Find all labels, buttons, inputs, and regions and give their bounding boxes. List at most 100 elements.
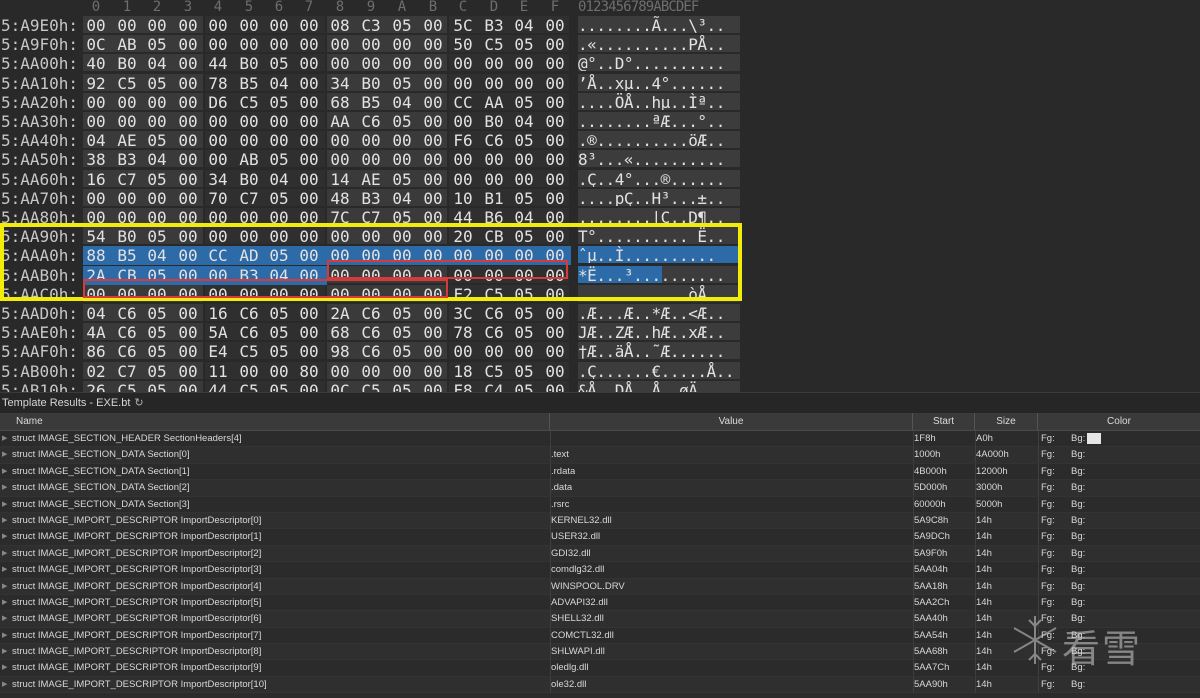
hex-byte[interactable]: 00 [356,150,386,169]
hex-byte[interactable]: 0C [325,381,355,392]
hex-byte[interactable]: C6 [356,323,386,342]
hex-byte[interactable]: AE [112,131,142,150]
hex-byte[interactable]: 05 [264,54,294,73]
hex-byte[interactable]: AE [356,170,386,189]
ascii-text[interactable]: .Æ...Æ..*Æ..<Æ.. [578,304,740,321]
hex-byte[interactable]: C6 [479,131,509,150]
hex-byte[interactable]: 00 [387,35,417,54]
hex-byte[interactable]: 00 [356,362,386,381]
hex-byte[interactable]: C7 [234,189,264,208]
hex-byte[interactable]: 00 [418,170,448,189]
hex-byte[interactable]: 00 [294,189,324,208]
hex-byte[interactable]: 00 [418,93,448,112]
hex-byte[interactable]: 00 [540,150,570,169]
hex-byte[interactable]: 00 [418,112,448,131]
hex-byte[interactable]: F6 [448,131,478,150]
fg-color-label[interactable]: Fg: [1041,480,1055,496]
hex-byte[interactable]: 00 [173,189,203,208]
hex-byte[interactable]: B5 [356,93,386,112]
hex-byte[interactable]: 98 [325,342,355,361]
hex-byte[interactable]: 05 [264,304,294,323]
hex-byte[interactable]: 00 [540,54,570,73]
hex-byte[interactable]: 00 [81,189,111,208]
hex-byte[interactable]: B1 [479,189,509,208]
hex-byte[interactable]: 0C [81,35,111,54]
hex-byte[interactable]: C6 [112,323,142,342]
hex-byte[interactable]: 00 [173,16,203,35]
hex-byte[interactable]: 78 [448,323,478,342]
hex-byte[interactable]: 00 [81,16,111,35]
hex-byte[interactable]: C6 [356,342,386,361]
hex-byte[interactable]: B0 [356,74,386,93]
hex-byte[interactable]: 5A [203,323,233,342]
hex-byte[interactable]: 44 [203,54,233,73]
hex-byte[interactable]: 00 [173,170,203,189]
hex-byte[interactable]: 00 [325,54,355,73]
hex-byte[interactable]: 05 [509,189,539,208]
hex-byte[interactable]: 00 [479,74,509,93]
bg-color-label[interactable]: Bg: [1071,579,1085,595]
hex-byte[interactable]: 00 [112,93,142,112]
hex-byte[interactable]: C5 [112,74,142,93]
hex-byte[interactable]: 00 [418,342,448,361]
hex-byte[interactable]: 04 [142,150,172,169]
hex-byte[interactable]: 18 [448,362,478,381]
hex-byte[interactable]: 00 [142,112,172,131]
template-row[interactable]: ▶ struct IMAGE_IMPORT_DESCRIPTOR ImportDe… [0,578,1200,595]
ascii-text[interactable]: ....ÖÅ..hµ..Ìª.. [578,92,740,110]
hex-byte[interactable]: 00 [142,93,172,112]
hex-byte[interactable]: 00 [387,150,417,169]
hex-byte[interactable]: 11 [203,362,233,381]
hex-byte[interactable]: 05 [264,323,294,342]
template-row[interactable]: ▶ struct IMAGE_SECTION_DATA Section[1] .rd… [0,463,1200,481]
hex-byte[interactable]: 05 [509,93,539,112]
hex-byte[interactable]: 05 [142,131,172,150]
hex-byte[interactable]: 05 [509,323,539,342]
hex-byte[interactable]: 00 [203,16,233,35]
hex-byte[interactable]: 05 [142,304,172,323]
hex-byte[interactable]: 00 [294,323,324,342]
bg-color-label[interactable]: Bg: [1071,497,1085,513]
hex-byte[interactable]: 00 [479,54,509,73]
hex-byte[interactable]: 50 [448,35,478,54]
hex-byte[interactable]: 05 [142,35,172,54]
hex-row[interactable]: 5:A9F0h: 0C AB 05 00 00 00 00 00 00 00 00 00 50 C5 05 00… [0,35,1200,54]
hex-byte[interactable]: 00 [418,54,448,73]
hex-byte[interactable]: AB [234,150,264,169]
hex-byte[interactable]: 00 [540,74,570,93]
hex-byte[interactable]: 05 [142,74,172,93]
hex-byte[interactable]: 00 [173,304,203,323]
template-row[interactable]: ▶ struct IMAGE_SECTION_DATA Section[3] .rs… [0,496,1200,513]
hex-byte[interactable]: 00 [234,16,264,35]
hex-byte[interactable]: AB [112,35,142,54]
hex-byte[interactable]: 05 [264,381,294,392]
hex-byte[interactable]: 00 [294,74,324,93]
fg-color-label[interactable]: Fg: [1041,497,1055,513]
hex-byte[interactable]: 16 [81,170,111,189]
hex-byte[interactable]: 00 [294,16,324,35]
hex-byte[interactable]: 10 [448,189,478,208]
hex-row[interactable]: 5:AAD0h: 04 C6 05 00 16 C6 05 00 2A C6 05 00 3C C6 05 00… [0,304,1200,323]
hex-byte[interactable]: B3 [479,16,509,35]
ascii-text[interactable]: .Ç......€.....Å.. [578,361,740,379]
hex-byte[interactable]: C7 [112,362,142,381]
hex-byte[interactable]: B0 [479,112,509,131]
hex-byte[interactable]: 05 [509,35,539,54]
hex-byte[interactable]: 00 [448,342,478,361]
expand-arrow-icon[interactable]: ▶ [2,677,7,693]
ascii-text[interactable]: JÆ..ZÆ..hÆ..xÆ.. [578,323,740,341]
hex-byte[interactable]: 00 [509,150,539,169]
hex-byte[interactable]: 00 [234,112,264,131]
hex-byte[interactable]: CC [448,93,478,112]
fg-color-label[interactable]: Fg: [1041,579,1055,595]
hex-byte[interactable]: C6 [356,304,386,323]
hex-byte[interactable]: B3 [356,189,386,208]
hex-byte[interactable]: 00 [448,150,478,169]
hex-byte[interactable]: C6 [356,112,386,131]
hex-byte[interactable]: 04 [509,112,539,131]
fg-color-label[interactable]: Fg: [1041,431,1055,447]
hex-byte[interactable]: 00 [418,16,448,35]
hex-byte[interactable]: 00 [479,342,509,361]
hex-byte[interactable]: 92 [81,74,111,93]
hex-byte[interactable]: C6 [479,323,509,342]
